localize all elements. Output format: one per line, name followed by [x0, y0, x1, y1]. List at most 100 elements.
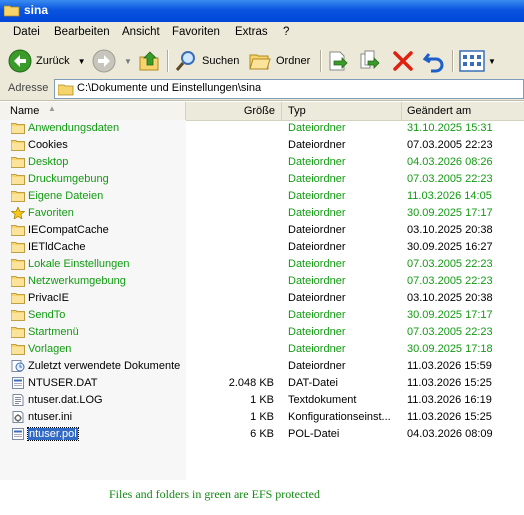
copy-to-button[interactable]	[358, 48, 382, 74]
file-row[interactable]: Lokale Einstellungen Dateiordner 07.03.200…	[0, 256, 524, 273]
back-button[interactable]: Zurück ▼	[8, 48, 86, 74]
file-name: ntuser.dat.LOG	[28, 394, 103, 406]
views-button[interactable]: ▼	[459, 48, 496, 74]
column-type-label: Typ	[288, 105, 306, 117]
file-row[interactable]: ntuser.dat.LOG 1 KB Textdokument 11.03.2026…	[0, 392, 524, 409]
recent-docs-icon	[11, 360, 25, 372]
file-row[interactable]: Favoriten Dateiordner 30.09.2025 17:17	[0, 205, 524, 222]
file-row[interactable]: Vorlagen Dateiordner 30.09.2025 17:18	[0, 341, 524, 358]
file-type: Dateiordner	[288, 224, 346, 236]
file-type: Dateiordner	[288, 326, 346, 338]
chevron-down-icon[interactable]: ▼	[78, 57, 86, 66]
file-row[interactable]: ntuser.pol 6 KB POL-Datei 04.03.2026 08:09	[0, 426, 524, 443]
menu-datei[interactable]: Datei	[13, 26, 40, 38]
up-folder-button[interactable]	[138, 48, 162, 74]
menu-bearbeiten[interactable]: Bearbeiten	[54, 26, 110, 38]
file-name: Startmenü	[28, 326, 79, 338]
file-modified: 30.09.2025 17:18	[407, 343, 493, 355]
chevron-down-icon[interactable]: ▼	[488, 57, 496, 66]
folder-icon	[10, 326, 25, 338]
column-size-header[interactable]: Größe	[186, 102, 282, 120]
file-modified: 07.03.2005 22:23	[407, 275, 493, 287]
file-type: DAT-Datei	[288, 377, 338, 389]
search-button[interactable]: Suchen	[174, 48, 239, 74]
file-type: Dateiordner	[288, 275, 346, 287]
title-bar[interactable]: sina	[0, 0, 524, 22]
undo-icon	[422, 53, 444, 73]
folders-button[interactable]: Ordner	[248, 48, 310, 74]
address-input[interactable]: C:\Dokumente und Einstellungen\sina	[54, 79, 524, 99]
search-label: Suchen	[202, 55, 240, 67]
file-name: SendTo	[28, 309, 66, 321]
address-label: Adresse	[8, 82, 49, 94]
file-icon	[11, 377, 25, 389]
toolbar: Zurück ▼ ▼ Suchen Ordner ▼	[0, 44, 524, 79]
file-modified: 11.03.2026 16:19	[407, 394, 492, 406]
ini-file-icon	[11, 411, 25, 423]
file-type: Dateiordner	[288, 122, 346, 134]
column-header: Name ▲ Größe Typ Geändert am	[0, 102, 524, 121]
file-row[interactable]: IETldCache Dateiordner 30.09.2025 16:27	[0, 239, 524, 256]
file-type: Dateiordner	[288, 292, 346, 304]
folders-icon	[249, 54, 271, 70]
file-size: 1 KB	[250, 411, 274, 423]
file-type: Textdokument	[288, 394, 357, 406]
file-modified: 31.10.2025 15:31	[407, 122, 493, 134]
column-name-header[interactable]: Name ▲	[0, 102, 186, 120]
back-label: Zurück	[36, 55, 70, 67]
file-row[interactable]: PrivacIE Dateiordner 03.10.2025 20:38	[0, 290, 524, 307]
address-path: C:\Dokumente und Einstellungen\sina	[77, 82, 262, 94]
file-row[interactable]: Desktop Dateiordner 04.03.2026 08:26	[0, 154, 524, 171]
file-modified: 11.03.2026 14:05	[407, 190, 492, 202]
column-type-header[interactable]: Typ	[282, 102, 402, 120]
move-to-button[interactable]	[326, 48, 350, 74]
column-modified-label: Geändert am	[407, 105, 472, 117]
undo-button[interactable]	[422, 48, 446, 74]
file-row[interactable]: Druckumgebung Dateiordner 07.03.2005 22:23	[0, 171, 524, 188]
file-type: Dateiordner	[288, 190, 346, 202]
file-name: Desktop	[28, 156, 69, 168]
file-modified: 11.03.2026 15:25	[407, 411, 492, 423]
menu-favoriten[interactable]: Favoriten	[172, 26, 220, 38]
menu-help[interactable]: ?	[283, 26, 289, 38]
file-name: IETldCache	[28, 241, 86, 253]
folder-icon	[4, 5, 20, 17]
menu-extras[interactable]: Extras	[235, 26, 268, 38]
folder-icon	[10, 258, 25, 270]
folder-icon	[10, 190, 25, 202]
file-type: Dateiordner	[288, 207, 346, 219]
folder-icon	[10, 156, 25, 168]
file-modified: 04.03.2026 08:26	[407, 156, 493, 168]
column-modified-header[interactable]: Geändert am	[402, 102, 524, 120]
file-type: Dateiordner	[288, 360, 346, 372]
menu-ansicht[interactable]: Ansicht	[122, 26, 160, 38]
file-row[interactable]: Anwendungsdaten Dateiordner 31.10.2025 15:…	[0, 120, 524, 137]
column-size-label: Größe	[243, 105, 275, 117]
file-row[interactable]: Cookies Dateiordner 07.03.2005 22:23	[0, 137, 524, 154]
back-arrow-icon	[8, 49, 32, 73]
file-name: PrivacIE	[28, 292, 69, 304]
folder-icon	[10, 224, 25, 236]
file-row[interactable]: Startmenü Dateiordner 07.03.2005 22:23	[0, 324, 524, 341]
file-row[interactable]: Zuletzt verwendete Dokumente Dateiordner 1…	[0, 358, 524, 375]
file-modified: 07.03.2005 22:23	[407, 326, 493, 338]
file-modified: 04.03.2026 08:09	[407, 428, 493, 440]
file-type: Dateiordner	[288, 241, 346, 253]
file-type: Dateiordner	[288, 309, 346, 321]
file-row[interactable]: Eigene Dateien Dateiordner 11.03.2026 14:0…	[0, 188, 524, 205]
file-row[interactable]: ntuser.ini 1 KB Konfigurationseinst... 11.0…	[0, 409, 524, 426]
menu-bar: Datei Bearbeiten Ansicht Favoriten Extra…	[0, 22, 524, 45]
file-name: Lokale Einstellungen	[28, 258, 130, 270]
file-modified: 30.09.2025 17:17	[407, 207, 493, 219]
forward-button[interactable]: ▼	[92, 48, 132, 74]
window-title: sina	[24, 3, 49, 17]
file-row[interactable]: IECompatCache Dateiordner 03.10.2025 20:38	[0, 222, 524, 239]
chevron-down-icon[interactable]: ▼	[124, 57, 132, 66]
file-row[interactable]: NTUSER.DAT 2.048 KB DAT-Datei 11.03.2026 15…	[0, 375, 524, 392]
file-name: Favoriten	[28, 207, 74, 219]
file-row[interactable]: Netzwerkumgebung Dateiordner 07.03.2005 22…	[0, 273, 524, 290]
delete-button[interactable]	[391, 48, 415, 74]
file-row[interactable]: SendTo Dateiordner 30.09.2025 17:17	[0, 307, 524, 324]
folder-icon	[10, 241, 25, 253]
file-name: Netzwerkumgebung	[28, 275, 126, 287]
